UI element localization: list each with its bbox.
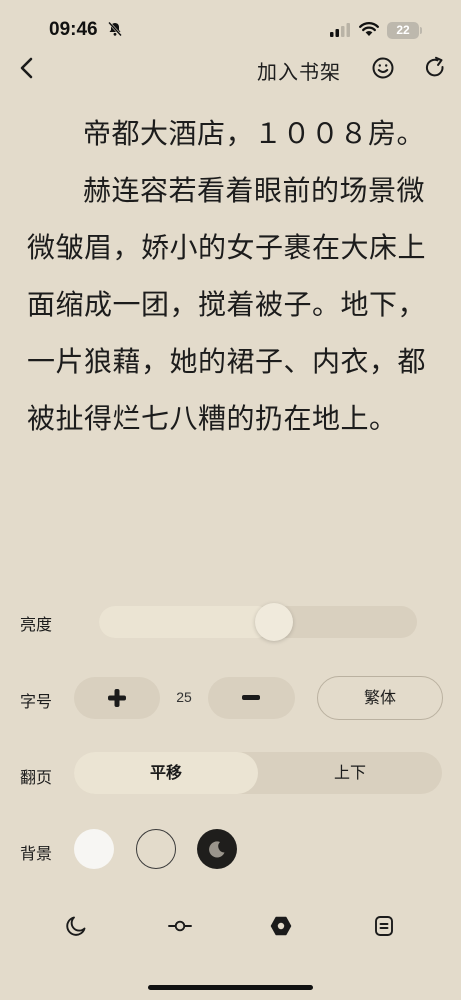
home-indicator [148, 985, 313, 990]
plus-icon [108, 689, 126, 707]
bottom-toolbar [0, 906, 461, 946]
page-turn-option-slide[interactable]: 平移 [74, 752, 258, 794]
background-label: 背景 [20, 844, 53, 863]
moon-icon[interactable] [64, 914, 88, 938]
background-white-option[interactable] [74, 829, 114, 869]
paragraph: 赫连容若看着眼前的场景微微皱眉，娇小的女子裹在大床上面缩成一团，搅着被子。地下，… [27, 174, 427, 435]
settings-hex-icon[interactable] [269, 914, 293, 938]
moon-icon [209, 841, 225, 858]
background-dark-option[interactable] [197, 829, 237, 869]
brightness-slider[interactable] [99, 603, 417, 641]
smile-icon[interactable] [371, 56, 395, 80]
traditional-chinese-button[interactable]: 繁体 [317, 676, 443, 720]
catalog-icon[interactable] [372, 914, 396, 938]
decrease-font-button[interactable] [208, 677, 295, 719]
bell-off-icon [108, 21, 122, 37]
progress-icon[interactable] [168, 914, 192, 938]
signal-icon [330, 23, 350, 37]
brightness-label: 亮度 [20, 615, 53, 634]
font-size-value: 25 [176, 689, 192, 705]
page-turn-option-vertical[interactable]: 上下 [258, 752, 442, 794]
page-turn-label: 翻页 [20, 768, 53, 787]
wifi-icon [359, 22, 379, 36]
nav-bar: 加入书架 [0, 48, 461, 88]
chevron-left-icon[interactable] [14, 54, 40, 82]
reader-content: 帝都大酒店，１００８房。 赫连容若看着眼前的场景微微皱眉，娇小的女子裹在大床上面… [27, 105, 439, 447]
add-to-shelf-button[interactable]: 加入书架 [257, 56, 341, 85]
status-time: 09:46 [49, 19, 98, 40]
battery-tip [420, 27, 422, 34]
background-cream-option[interactable] [136, 829, 176, 869]
font-size-label: 字号 [20, 692, 53, 711]
page-turn-segmented-control: 平移 上下 [74, 752, 442, 794]
brightness-fill [99, 606, 274, 638]
minus-icon [242, 695, 260, 700]
battery-icon: 22 [387, 22, 419, 39]
increase-font-button[interactable] [74, 677, 160, 719]
paragraph: 帝都大酒店，１００８房。 [83, 117, 426, 150]
refresh-icon[interactable] [423, 56, 447, 80]
brightness-knob[interactable] [254, 603, 293, 641]
